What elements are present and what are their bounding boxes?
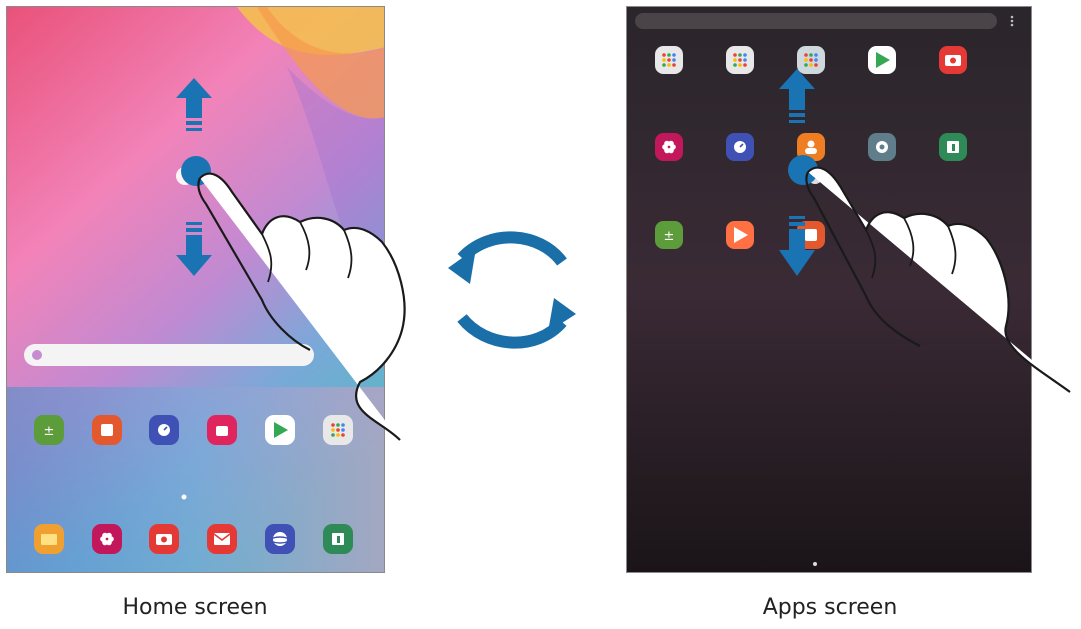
home-search-bar[interactable] — [24, 344, 314, 366]
home-screen — [6, 6, 385, 573]
switch-screens-arrows-icon — [448, 231, 576, 349]
apps-screen-display — [627, 7, 1031, 572]
apps-screen — [626, 6, 1032, 573]
home-screen-display — [7, 7, 384, 572]
home-screen-caption: Home screen — [122, 595, 268, 620]
apps-screen-caption: Apps screen — [762, 595, 898, 620]
apps-search-bar[interactable] — [635, 13, 997, 29]
